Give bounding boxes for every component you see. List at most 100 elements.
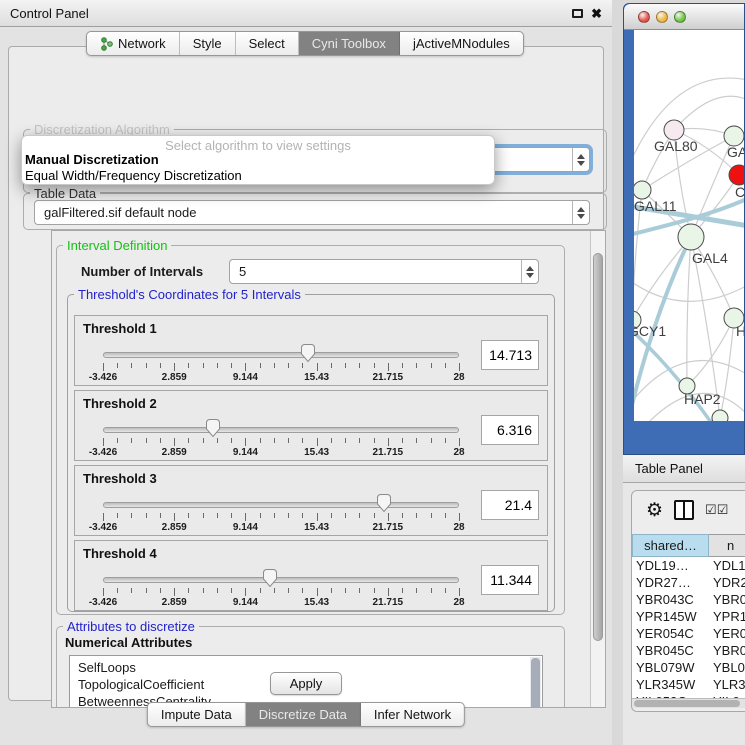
threshold-value-field[interactable]: 6.316 [481,415,539,445]
shared-name-cell: YPR145W [632,608,709,625]
tick-mark [374,588,375,593]
threshold-label: Threshold 4 [83,546,157,561]
network-node-c[interactable] [729,165,745,185]
columns-icon[interactable] [674,500,694,520]
network-canvas[interactable]: GAL80GACGAL11GAL4GCY1HHAP2 [634,30,745,421]
threshold-slider[interactable]: -3.4262.8599.14415.4321.71528 [103,340,459,384]
tick-mark [359,588,360,593]
table-data-group: Table Data galFiltered.sif default node [23,193,607,230]
column-header-shared-name[interactable]: shared… [632,534,709,557]
node-table-box: ⚙ ☑☑ shared… n YDL19…YDL1YDR27…YDR2YBR04… [631,490,745,712]
slider-thumb[interactable] [205,418,221,438]
tick-mark [331,513,332,518]
num-intervals-combo[interactable]: 5 [229,259,539,284]
table-row[interactable]: YPR145WYPR1 [632,608,745,625]
table-row[interactable]: YDL19…YDL1 [632,557,745,574]
main-vertical-scrollbar[interactable] [590,231,605,707]
tab-select[interactable]: Select [236,32,299,55]
network-node-gal80[interactable] [664,120,684,140]
tick-label: 15.43 [304,522,329,533]
tick-mark [317,363,318,371]
tick-mark [331,363,332,368]
table-data-combo[interactable]: galFiltered.sif default node [34,200,590,225]
tick-label: 2.859 [162,447,187,458]
tick-mark [117,438,118,443]
combo-stepper-icon[interactable] [572,201,589,224]
tick-mark [174,438,175,446]
float-window-icon[interactable] [572,9,583,18]
tick-mark [103,588,104,596]
tick-mark [359,363,360,368]
tick-mark [231,363,232,368]
table-row[interactable]: YBR043CYBR0 [632,591,745,608]
shared-name-cell: YBR043C [632,591,709,608]
threshold-value-field[interactable]: 11.344 [481,565,539,595]
network-node-ga[interactable] [724,126,744,146]
tick-mark [317,513,318,521]
apply-button[interactable]: Apply [270,672,342,695]
tick-mark [217,588,218,593]
tick-label: -3.426 [89,372,117,383]
threshold-slider[interactable]: -3.4262.8599.14415.4321.71528 [103,415,459,459]
algorithm-popup-hint: Select algorithm to view settings [22,136,494,152]
table-row[interactable]: YBL079WYBL0 [632,659,745,676]
algorithm-option-manual[interactable]: Manual Discretization [22,152,494,168]
close-icon[interactable]: ✖ [591,7,602,20]
tick-label: 2.859 [162,597,187,608]
tick-mark [260,438,261,443]
table-row[interactable]: YER054CYER0 [632,625,745,642]
network-node[interactable] [712,410,728,421]
table-row[interactable]: YLR345WYLR3 [632,676,745,693]
threshold-value-field[interactable]: 21.4 [481,490,539,520]
network-view-window[interactable]: GAL80GACGAL11GAL4GCY1HHAP2 [623,3,745,455]
combo-stepper-icon[interactable] [572,148,589,171]
close-traffic-light-icon[interactable] [638,11,650,23]
threshold-value-field[interactable]: 14.713 [481,340,539,370]
threshold-slider[interactable]: -3.4262.8599.14415.4321.71528 [103,565,459,609]
threshold-slider[interactable]: -3.4262.8599.14415.4321.71528 [103,490,459,534]
slider-thumb[interactable] [376,493,392,513]
zoom-traffic-light-icon[interactable] [674,11,686,23]
algorithm-option-equal-width[interactable]: Equal Width/Frequency Discretization [22,168,494,184]
table-row[interactable]: YDR27…YDR2 [632,574,745,591]
tab-label: Select [249,36,285,51]
slider-track[interactable] [103,352,459,358]
slider-thumb[interactable] [300,343,316,363]
tab-style[interactable]: Style [180,32,236,55]
tab-infer-network[interactable]: Infer Network [361,703,464,726]
cyni-toolbox-panel: Discretization Algorithm Select algorith… [8,46,604,701]
gear-icon[interactable]: ⚙ [646,501,663,520]
tick-mark [131,363,132,368]
tick-mark [388,588,389,596]
slider-track[interactable] [103,502,459,508]
table-horizontal-scrollbar[interactable] [632,698,745,708]
combo-stepper-icon[interactable] [521,260,538,283]
tick-mark [174,513,175,521]
slider-track[interactable] [103,577,459,583]
tab-cyni-toolbox[interactable]: Cyni Toolbox [299,32,400,55]
tab-impute-data[interactable]: Impute Data [148,703,246,726]
attr-list-scrollbar[interactable] [530,657,541,708]
tab-jactivemnodules[interactable]: jActiveMNodules [400,32,523,55]
column-header-name[interactable]: n [709,534,745,557]
tick-mark [245,588,246,596]
tick-label: -3.426 [89,522,117,533]
tick-mark [146,438,147,443]
node-label: GA [727,144,745,160]
slider-thumb[interactable] [262,568,278,588]
slider-track[interactable] [103,427,459,433]
tab-network[interactable]: Network [87,32,180,55]
table-row[interactable]: YBR045CYBR0 [632,642,745,659]
network-node-gal4[interactable] [678,224,704,250]
algorithm-dropdown-popup: Select algorithm to view settings Manual… [21,135,495,185]
select-columns-checkboxes-icon[interactable]: ☑☑ [705,502,728,518]
threshold-panel-1: Threshold 1-3.4262.8599.14415.4321.71528… [74,315,548,386]
node-label: GAL4 [692,250,728,266]
tick-mark [160,513,161,518]
tab-discretize-data[interactable]: Discretize Data [246,703,361,726]
name-cell: YBR0 [709,642,745,659]
network-node-gal11[interactable] [634,181,651,199]
tick-label: 9.144 [233,447,258,458]
minimize-traffic-light-icon[interactable] [656,11,668,23]
tick-mark [117,513,118,518]
